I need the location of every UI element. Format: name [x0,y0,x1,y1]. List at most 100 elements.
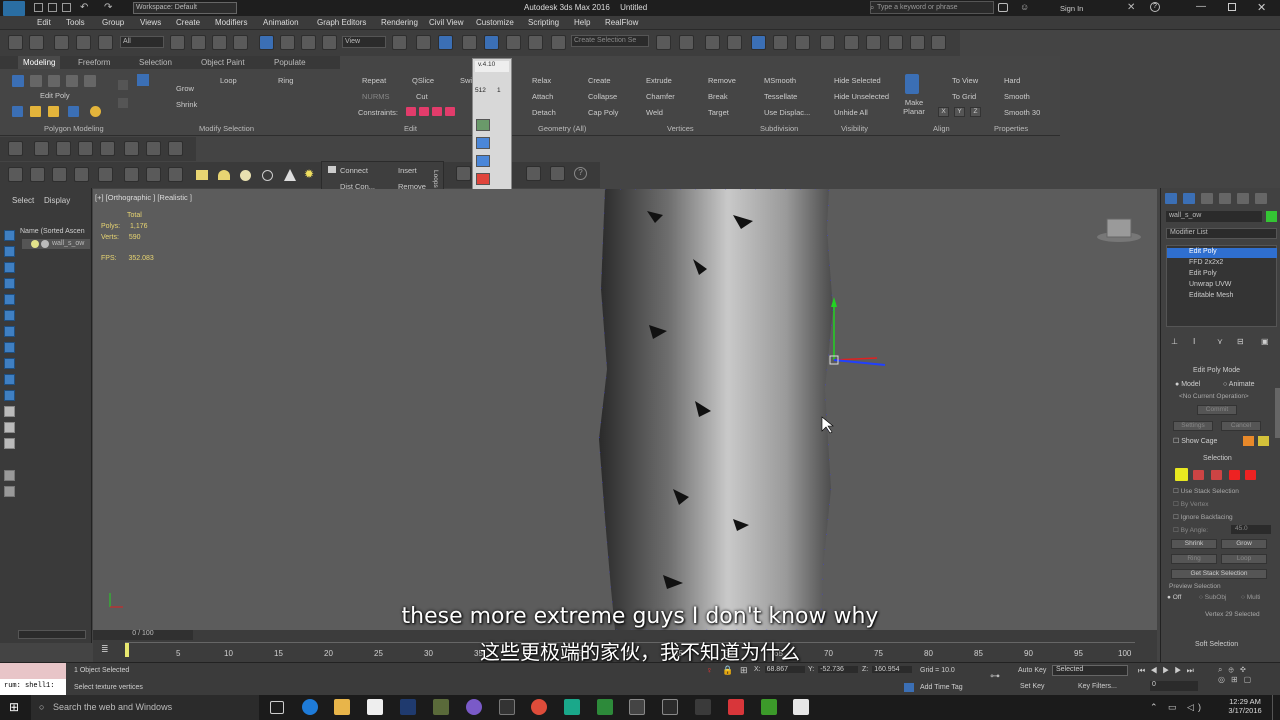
snaps-toggle-icon[interactable] [462,35,477,50]
menu-rendering[interactable]: Rendering [381,18,418,27]
viewport-navigation-controls[interactable]: ⌕⊕✥ ◎⊞▢ [1218,665,1274,693]
app-icon-b[interactable] [466,699,482,715]
filter-helpers-icon[interactable] [4,294,15,305]
system-tool-icon[interactable] [168,167,183,182]
display-tab-icon[interactable] [1237,193,1249,204]
select-and-rotate-icon[interactable] [280,35,295,50]
redo-icon[interactable]: ↷ [104,2,112,13]
menu-graph-editors[interactable]: Graph Editors [317,18,366,27]
keyboard-shortcut-icon[interactable] [438,35,453,50]
edit-named-selection-icon[interactable] [551,35,566,50]
bind-space-warp-icon[interactable] [98,35,113,50]
show-end-result-icon[interactable] [12,106,23,117]
show-cage-checkbox[interactable]: ☐ Show Cage [1173,437,1217,445]
sphere-primitive-icon[interactable] [240,170,251,181]
select-and-move-icon[interactable] [259,35,274,50]
minimize-button[interactable]: — [1196,1,1206,12]
brush-tool-icon[interactable] [78,141,93,156]
use-stack-selection-checkbox[interactable]: ☐ Use Stack Selection [1173,487,1239,495]
menu-realflow[interactable]: RealFlow [605,18,638,27]
link-icon[interactable] [54,35,69,50]
hierarchy-tab-icon[interactable] [1201,193,1213,204]
element-mode-icon[interactable] [84,75,96,87]
group-polygon-modeling[interactable]: Polygon Modeling [44,124,104,133]
spacewarp-tool-icon[interactable] [146,167,161,182]
rendered-frame-window-icon[interactable] [866,35,881,50]
stone-wall-mesh[interactable] [598,189,834,630]
close-button[interactable]: ✕ [1257,1,1266,14]
constraint-edge-icon[interactable] [419,107,429,116]
polygon-level-icon[interactable] [1229,470,1240,480]
toolbar-help-icon[interactable]: ? [574,167,587,180]
quick-access-save-icon[interactable] [62,3,71,12]
settings-button[interactable]: Settings [1173,421,1213,431]
set-key-button[interactable]: Set Key [1020,683,1045,690]
collapse-stack-icon[interactable] [48,106,59,117]
filter-frozen-icon[interactable] [4,390,15,401]
preview-subobj-radio[interactable]: ○ SubObj [1199,594,1226,601]
create-button[interactable]: Create [588,76,611,85]
y-coordinate[interactable]: Y: -52.736 [808,666,859,673]
toggle-command-panel-icon[interactable] [68,106,79,117]
preview-multi-radio[interactable]: ○ Multi [1241,594,1260,601]
make-unique-icon[interactable]: ⋎ [1217,337,1223,346]
detach-button[interactable]: Detach [532,108,556,117]
quick-access-open-icon[interactable] [48,3,57,12]
file-explorer-icon[interactable] [334,699,350,715]
align-icon[interactable] [679,35,694,50]
filter-spacewarps-icon[interactable] [4,310,15,321]
stack-item-edit-poly-2[interactable]: Edit Poly [1167,270,1277,280]
user-icon[interactable]: ☺ [1020,2,1029,12]
uv-pelt-icon[interactable] [476,155,490,167]
filter-geometry-icon[interactable] [4,230,15,241]
align-y-button[interactable]: Y [954,107,965,117]
object-name-field[interactable]: wall_s_ow [1166,211,1262,222]
collapse-button[interactable]: Collapse [588,92,617,101]
toggle-ribbon-icon[interactable] [751,35,766,50]
toolbar-extra-b-icon[interactable] [526,166,541,181]
constraint-face-icon[interactable] [432,107,442,116]
named-selection-dropdown[interactable]: Create Selection Se [571,35,649,47]
tab-freeform[interactable]: Freeform [78,58,110,67]
select-by-name-icon[interactable] [191,35,206,50]
store-icon[interactable] [367,699,383,715]
layer-manager-icon[interactable] [727,35,742,50]
explorer-item-name[interactable]: wall_s_ow [52,240,84,247]
by-angle-checkbox[interactable]: ☐ By Angle: [1173,526,1208,534]
key-icon[interactable]: ⊶ [990,671,1000,682]
constraint-normal-icon[interactable] [445,107,455,116]
current-frame-field[interactable]: 0 [1150,681,1198,691]
windows-start-icon[interactable]: ⊞ [9,701,22,714]
group-modify-selection[interactable]: Modify Selection [199,124,254,133]
app-icon-e[interactable] [629,699,645,715]
x-coordinate[interactable]: X: 68.867 [754,666,805,673]
element-level-icon[interactable] [1245,470,1256,480]
name-column-header[interactable]: Name (Sorted Ascen [20,228,85,235]
chrome-icon[interactable] [531,699,547,715]
filter-all-icon[interactable] [4,422,15,433]
menu-civil-view[interactable]: Civil View [429,18,464,27]
target-weld-button[interactable]: Target [708,108,729,117]
maximize-button[interactable] [1228,3,1236,11]
filter-shapes-icon[interactable] [4,246,15,257]
vertex-mode-icon[interactable] [12,75,24,87]
binoculars-icon[interactable] [998,3,1008,12]
group-align[interactable]: Align [933,124,950,133]
uv-planar-icon[interactable] [476,137,490,149]
menu-customize[interactable]: Customize [476,18,514,27]
group-edit[interactable]: Edit [404,124,417,133]
step-mode-icon[interactable] [137,74,149,86]
loop-selection-button[interactable]: Loop [1221,554,1267,564]
cage-color-swatch[interactable] [1243,436,1254,446]
attach-button[interactable]: Attach [532,92,553,101]
to-view-button[interactable]: To View [952,76,978,85]
unreal-icon[interactable] [695,699,711,715]
selection-lock-icon[interactable]: 🔒 [722,665,733,676]
light-bulb-icon[interactable] [31,240,39,248]
isolate-selection-icon[interactable]: ♀ [706,665,716,675]
place-icon[interactable] [322,35,337,50]
hard-button[interactable]: Hard [1004,76,1020,85]
generate-topology-icon[interactable] [90,106,101,117]
preserve-uv-icon[interactable] [30,106,41,117]
dot-tool-icon[interactable] [34,141,49,156]
